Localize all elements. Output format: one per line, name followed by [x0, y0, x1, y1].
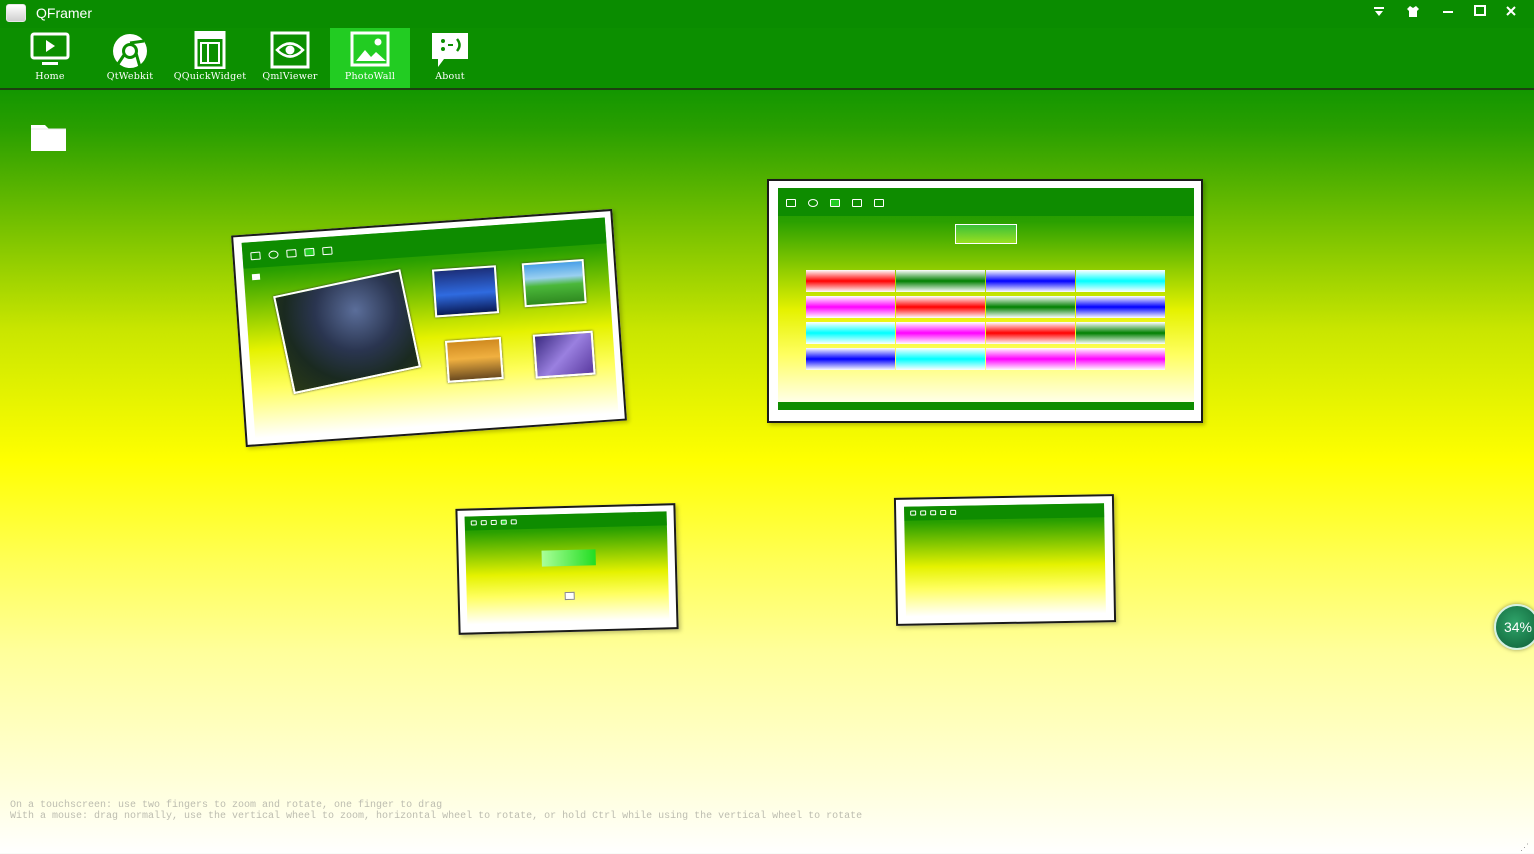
title-bar: QFramer	[0, 0, 1534, 28]
memory-usage-meter[interactable]: 34%	[1494, 604, 1534, 650]
grid-cell	[986, 296, 1075, 318]
grid-cell	[1076, 322, 1165, 344]
grid-cell	[806, 322, 895, 344]
skin-dropdown-icon[interactable]	[1368, 4, 1390, 22]
resize-grip-icon[interactable]: ⋰	[1520, 842, 1532, 852]
photo-thumbnail	[778, 188, 1194, 410]
tab-photowall-label: PhotoWall	[344, 71, 396, 82]
minimize-icon[interactable]	[1437, 4, 1459, 22]
main-toolbar: Home QtWebkit QQuickWidget QmlViewer Pho…	[0, 28, 1534, 88]
tab-qtwebkit[interactable]: QtWebkit	[90, 28, 170, 88]
tab-home[interactable]: Home	[10, 28, 90, 88]
photo-thumbnail	[464, 511, 670, 625]
app-logo-icon	[6, 4, 26, 22]
grid-cell	[896, 322, 985, 344]
close-icon[interactable]	[1500, 4, 1522, 22]
photo-about-screenshot[interactable]	[455, 503, 679, 635]
photo-photowall-screenshot[interactable]	[231, 208, 627, 448]
grid-cell	[1076, 348, 1165, 370]
tab-qquickwidget[interactable]: QQuickWidget	[170, 28, 250, 88]
grid-cell	[806, 296, 895, 318]
photo-gradient-grid-screenshot[interactable]	[767, 179, 1203, 423]
grid-cell	[896, 296, 985, 318]
monitor-play-icon	[30, 32, 70, 65]
maximize-icon[interactable]	[1469, 4, 1491, 22]
tab-about-label: About	[435, 71, 465, 82]
photo-thumbnail	[241, 217, 619, 439]
memory-usage-label: 34%	[1503, 619, 1533, 635]
eye-icon	[270, 31, 310, 69]
folder-icon[interactable]	[30, 120, 67, 152]
tab-qtwebkit-label: QtWebkit	[106, 71, 154, 82]
window-title: QFramer	[36, 5, 92, 21]
tab-qmlviewer-label: QmlViewer	[262, 71, 318, 82]
layout-icon	[194, 31, 226, 69]
tab-about[interactable]: About	[410, 28, 490, 88]
tab-photowall[interactable]: PhotoWall	[330, 28, 410, 88]
mouse-hint-text: With a mouse: drag normally, use the ver…	[10, 811, 863, 822]
grid-cell	[986, 322, 1075, 344]
grid-cell	[806, 270, 895, 292]
browser-globe-icon	[113, 34, 147, 68]
grid-cell	[1076, 270, 1165, 292]
toolbar-divider	[0, 88, 1534, 90]
tab-qmlviewer[interactable]: QmlViewer	[250, 28, 330, 88]
shirt-icon[interactable]	[1402, 4, 1424, 22]
grid-cell	[986, 270, 1075, 292]
smiley-chat-icon	[432, 33, 468, 67]
touch-hint-text: On a touchscreen: use two fingers to zoo…	[10, 800, 443, 811]
photo-blank-screenshot[interactable]	[893, 494, 1117, 626]
tab-qquickwidget-label: QQuickWidget	[173, 71, 247, 82]
grid-cell	[806, 348, 895, 370]
photo-thumbnail	[904, 503, 1106, 617]
grid-cell	[986, 348, 1075, 370]
tab-home-label: Home	[35, 71, 65, 82]
grid-cell	[1076, 296, 1165, 318]
grid-cell	[896, 348, 985, 370]
picture-icon	[350, 31, 390, 67]
grid-cell	[896, 270, 985, 292]
